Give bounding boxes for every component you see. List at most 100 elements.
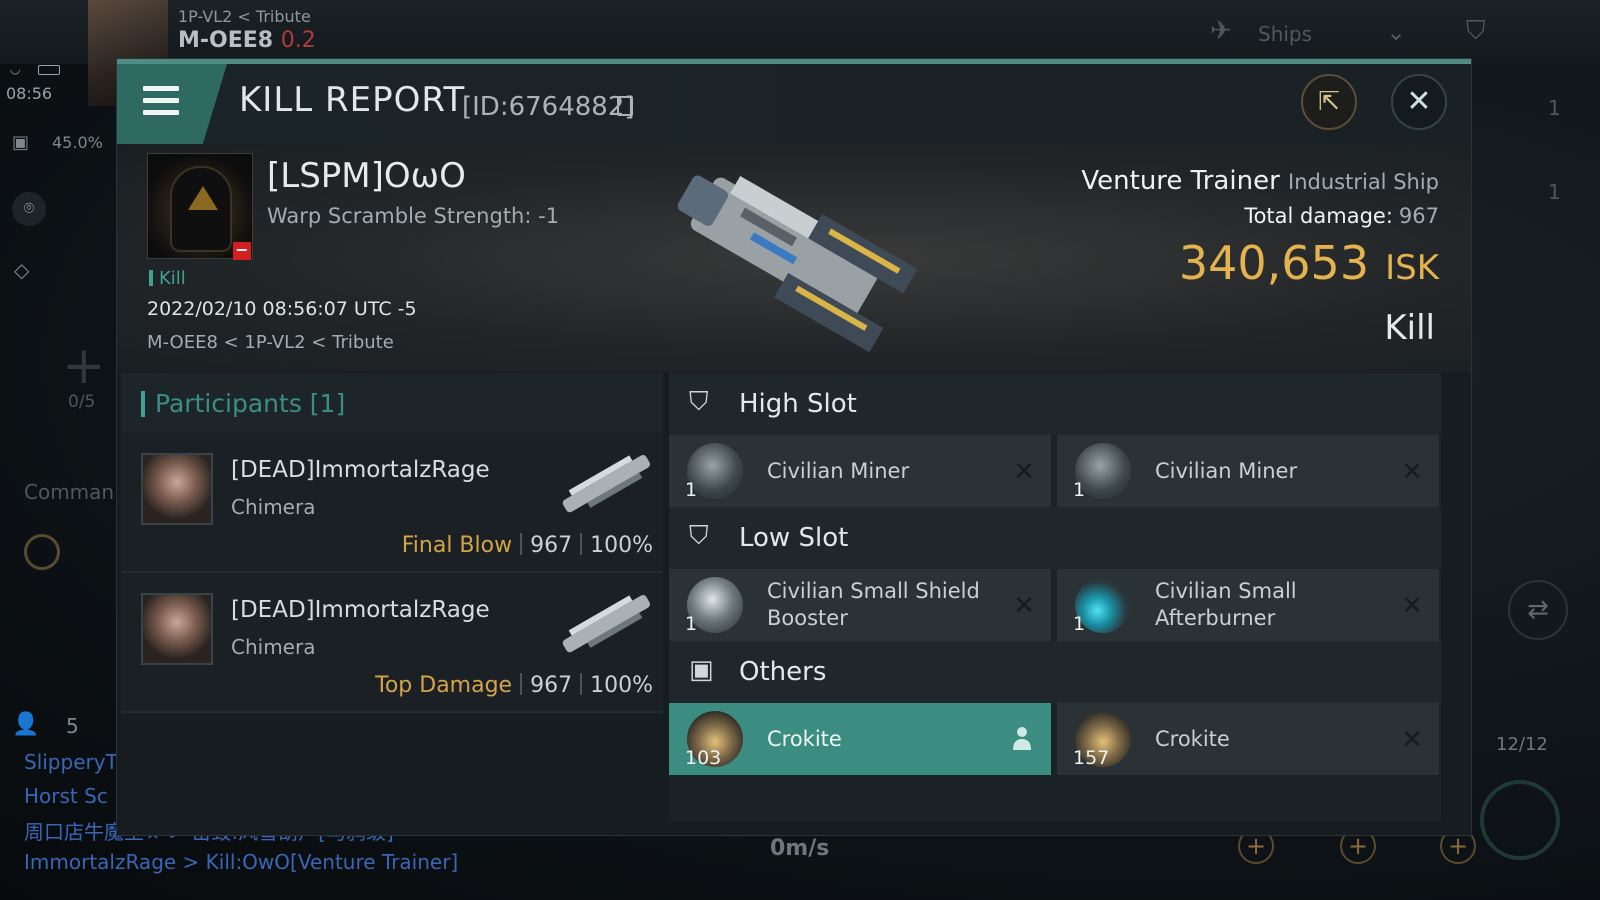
report-id: [ID:6764882] xyxy=(462,92,635,122)
filter-icon[interactable]: ⛉ xyxy=(1466,16,1486,47)
item-name: Crokite xyxy=(1155,726,1230,751)
menu-button[interactable] xyxy=(117,64,227,144)
high-slot-header: ⛉ High Slot xyxy=(669,373,1441,435)
high-slot-title: High Slot xyxy=(739,389,857,419)
location-system[interactable]: M-OEE8 0.2 xyxy=(178,28,316,53)
swap-icon[interactable]: ⇄ xyxy=(1508,580,1568,640)
fitting-item[interactable]: 103 Crokite xyxy=(669,703,1051,775)
participant-ship: Chimera xyxy=(231,495,316,519)
destroyed-x-icon: ✕ xyxy=(1401,457,1423,487)
chat-line[interactable]: Horst Sc xyxy=(24,784,108,808)
hamburger-menu-icon xyxy=(143,86,179,116)
warp-scramble-strength: Warp Scramble Strength: -1 xyxy=(267,204,560,228)
dock-button[interactable] xyxy=(1480,780,1560,860)
ammo-count: 12/12 xyxy=(1496,734,1548,755)
participant-avatar[interactable] xyxy=(141,593,213,665)
chat-members-icon[interactable]: 👤 xyxy=(12,712,39,737)
hostile-badge: − xyxy=(233,242,251,260)
item-name: Crokite xyxy=(767,726,842,751)
result-label: Kill xyxy=(1384,308,1435,348)
ships-filter-dropdown[interactable]: ✈ Ships ⌄ xyxy=(1210,12,1430,56)
participant-name: [DEAD]ImmortalzRage xyxy=(231,457,490,483)
victim-panel: − [LSPM]OωO Warp Scramble Strength: -1 K… xyxy=(117,144,1471,372)
cargo-icon[interactable]: ▣ xyxy=(12,132,34,153)
others-title: Others xyxy=(739,657,827,687)
participant-role: Final Blow xyxy=(401,533,513,558)
clock: 08:56 xyxy=(6,84,53,103)
low-slot-icon: ⛉ xyxy=(689,521,709,551)
modal-header: KILL REPORT [ID:6764882] ⇱ ✕ xyxy=(117,64,1471,144)
chevron-down-icon: ⌄ xyxy=(1386,18,1407,46)
item-quantity: 103 xyxy=(685,747,722,769)
copy-icon[interactable] xyxy=(617,96,633,116)
chimera-ship-icon xyxy=(562,455,650,513)
participant-role: Top Damage xyxy=(375,673,513,698)
chat-line[interactable]: SlipperyT xyxy=(24,750,118,774)
isk-amount: 340,653 xyxy=(1178,236,1370,290)
participant-damage: 967 xyxy=(530,673,573,698)
share-button[interactable]: ⇱ xyxy=(1301,74,1357,130)
item-quantity: 157 xyxy=(1073,747,1110,769)
ship-render xyxy=(677,175,918,353)
victim-name[interactable]: [LSPM]OωO xyxy=(267,156,466,196)
target-icon[interactable] xyxy=(24,534,60,570)
add-drone-icon[interactable]: + xyxy=(62,336,106,396)
fitting-item[interactable]: 1 Civilian Small Afterburner ✕ xyxy=(1057,569,1439,641)
fitting-panel: ⛉ High Slot 1 Civilian Miner ✕ 1 Civilia… xyxy=(669,373,1441,821)
destroyed-x-icon: ✕ xyxy=(1401,725,1423,755)
security-status: 0.2 xyxy=(280,28,316,53)
ship-name[interactable]: Venture Trainer Industrial Ship xyxy=(1081,166,1439,196)
participant-stats: Final Blow 967 100% xyxy=(402,533,653,558)
participant-row[interactable]: [DEAD]ImmortalzRage Chimera Top Damage 96… xyxy=(121,573,663,713)
ship-type-name: Venture Trainer xyxy=(1081,166,1280,196)
high-slot-icon: ⛉ xyxy=(689,387,709,417)
location-constellation: 1P-VL2 < Tribute xyxy=(178,7,311,26)
item-quantity: 1 xyxy=(1073,479,1086,501)
location-system-name: M-OEE8 xyxy=(178,28,274,53)
fitting-item[interactable]: 1 Civilian Small Shield Booster ✕ xyxy=(669,569,1051,641)
isk-value: 340,653 ISK xyxy=(1179,236,1439,290)
close-icon: ✕ xyxy=(1406,84,1432,119)
low-slot-row: 1 Civilian Small Shield Booster ✕ 1 Civi… xyxy=(669,569,1441,641)
chimera-ship-icon xyxy=(562,595,650,653)
fitting-item[interactable]: 1 Civilian Miner ✕ xyxy=(1057,435,1439,507)
battery-icon xyxy=(38,65,60,75)
item-quantity: 1 xyxy=(1073,613,1086,635)
total-damage: Total damage: 967 xyxy=(1244,204,1439,228)
item-name: Civilian Miner xyxy=(767,458,910,483)
kill-datetime: 2022/02/10 08:56:07 UTC -5 xyxy=(147,298,417,320)
participant-row[interactable]: [DEAD]ImmortalzRage Chimera Final Blow 96… xyxy=(121,433,663,573)
participant-stats: Top Damage 967 100% xyxy=(375,673,653,698)
ship-class: Industrial Ship xyxy=(1288,170,1439,194)
item-quantity: 1 xyxy=(685,613,698,635)
destroyed-x-icon: ✕ xyxy=(1013,457,1035,487)
kill-location: M-OEE8 < 1P-VL2 < Tribute xyxy=(147,332,394,353)
kill-report-modal: KILL REPORT [ID:6764882] ⇱ ✕ − [LSPM]OωO… xyxy=(116,58,1472,836)
kill-tag: Kill xyxy=(149,268,186,289)
drone-count: 0/5 xyxy=(68,392,96,412)
right-count-2: 1 xyxy=(1548,180,1561,204)
cargo-box-icon: ▣ xyxy=(689,655,714,685)
wifi-icon: ◡ xyxy=(10,62,21,76)
fitting-item[interactable]: 1 Civilian Miner ✕ xyxy=(669,435,1051,507)
bookmark-icon[interactable]: ◇ xyxy=(14,258,29,282)
ship-icon: ✈ xyxy=(1210,16,1232,46)
right-count-1: 1 xyxy=(1548,96,1561,120)
participants-panel: Participants [1] [DEAD]ImmortalzRage Chi… xyxy=(121,373,663,821)
others-row: 103 Crokite 157 Crokite ✕ xyxy=(669,703,1441,775)
chat-line[interactable]: ImmortalzRage > Kill:OwO[Venture Trainer… xyxy=(24,850,458,874)
command-label[interactable]: Comman xyxy=(24,480,114,504)
chat-members-count: 5 xyxy=(66,714,79,738)
fitting-item[interactable]: 157 Crokite ✕ xyxy=(1057,703,1439,775)
close-button[interactable]: ✕ xyxy=(1391,74,1447,130)
low-slot-title: Low Slot xyxy=(739,523,849,553)
cargo-percent: 45.0% xyxy=(52,133,103,152)
participant-avatar[interactable] xyxy=(141,453,213,525)
participant-percent: 100% xyxy=(590,533,653,558)
participant-percent: 100% xyxy=(590,673,653,698)
location-pin-icon[interactable]: ⌾ xyxy=(12,192,46,226)
item-quantity: 1 xyxy=(685,479,698,501)
modal-title: KILL REPORT xyxy=(239,80,466,120)
item-name: Civilian Miner xyxy=(1155,458,1298,483)
speed-readout: 0m/s xyxy=(770,836,830,861)
